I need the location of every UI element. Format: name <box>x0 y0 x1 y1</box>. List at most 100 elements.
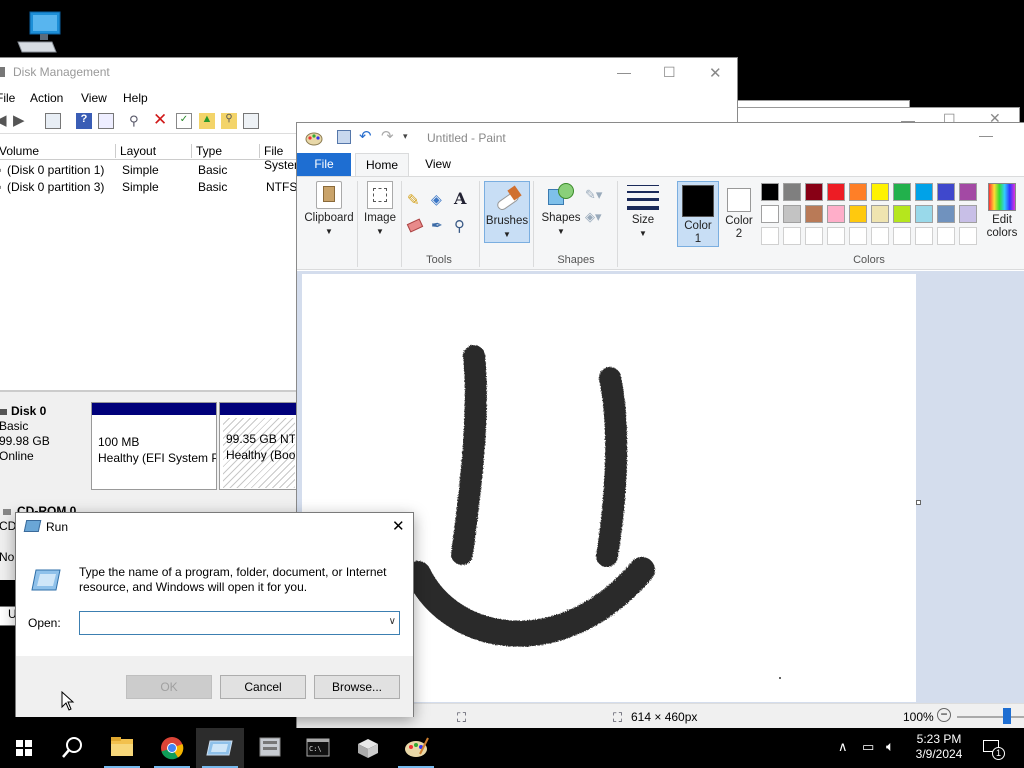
chevron-up-icon[interactable]: ∧ <box>838 739 848 768</box>
zoom-slider-thumb[interactable] <box>1003 708 1011 724</box>
chevron-down-icon[interactable]: ∨ <box>389 616 396 627</box>
color-swatch[interactable] <box>959 183 977 201</box>
column-type[interactable]: Type <box>192 144 260 158</box>
forward-icon[interactable]: ▶ <box>13 111 29 129</box>
text-icon[interactable]: A <box>454 189 466 208</box>
search-icon[interactable] <box>48 728 96 768</box>
menu-help[interactable]: Help <box>123 91 148 105</box>
magnifier-icon[interactable]: ⚲ <box>454 217 465 235</box>
disk-0-info[interactable]: Disk 0 Basic 99.98 GB Online <box>0 404 50 464</box>
color-swatch[interactable] <box>827 183 845 201</box>
close-icon[interactable]: ✕ <box>392 517 405 535</box>
color-swatch[interactable] <box>761 183 779 201</box>
customize-qat-icon[interactable]: ▾ <box>403 131 408 142</box>
image-button[interactable]: Image ▼ <box>361 181 399 238</box>
custom-color-slot[interactable] <box>893 227 911 245</box>
connect-icon[interactable]: ⚲ <box>129 113 145 129</box>
color2-button[interactable]: Color 2 <box>721 184 757 241</box>
custom-color-slot[interactable] <box>849 227 867 245</box>
fill-icon[interactable]: ◈ <box>431 191 442 208</box>
custom-color-slot[interactable] <box>761 227 779 245</box>
start-icon[interactable] <box>0 728 48 768</box>
color-swatch[interactable] <box>871 205 889 223</box>
partition-boot[interactable]: 99.35 GB NTF Healthy (Boo <box>219 402 299 490</box>
list-view-icon[interactable] <box>243 113 259 129</box>
table-row[interactable]: ▫ (Disk 0 partition 1) Simple Basic <box>0 161 299 178</box>
color1-button[interactable]: Color 1 <box>677 181 719 247</box>
open-input[interactable] <box>84 613 374 633</box>
column-volume[interactable]: Volume <box>0 144 116 158</box>
custom-color-slot[interactable] <box>915 227 933 245</box>
custom-color-slot[interactable] <box>783 227 801 245</box>
folder-up-icon[interactable]: ▲ <box>199 113 215 129</box>
console-tree-icon[interactable] <box>45 113 61 129</box>
notification-icon[interactable]: 1 <box>982 737 1005 760</box>
open-combobox[interactable]: ∨ <box>79 611 400 635</box>
color-swatch[interactable] <box>783 183 801 201</box>
resize-handle[interactable] <box>916 500 921 505</box>
folder-search-icon[interactable]: ⚲ <box>221 113 237 129</box>
color-swatch[interactable] <box>827 205 845 223</box>
menu-action[interactable]: Action <box>30 91 63 105</box>
menu-view[interactable]: View <box>81 91 107 105</box>
color-swatch[interactable] <box>937 205 955 223</box>
cancel-button[interactable]: Cancel <box>220 675 306 699</box>
paint-icon[interactable] <box>392 728 440 768</box>
fill-shape-icon[interactable]: ◈▾ <box>585 209 602 225</box>
volume-muted-icon[interactable]: 🔈︎ <box>886 738 894 768</box>
custom-color-slot[interactable] <box>827 227 845 245</box>
chrome-icon[interactable] <box>148 728 196 768</box>
browse-button[interactable]: Browse... <box>314 675 400 699</box>
custom-color-slot[interactable] <box>871 227 889 245</box>
column-layout[interactable]: Layout <box>116 144 192 158</box>
outline-icon[interactable]: ✎▾ <box>585 187 602 203</box>
color-swatch[interactable] <box>805 205 823 223</box>
help-icon[interactable]: ? <box>76 113 92 129</box>
clock[interactable]: 5:23 PM 3/9/2024 <box>908 732 970 768</box>
color-swatch[interactable] <box>805 183 823 201</box>
color-swatch[interactable] <box>783 205 801 223</box>
computer-icon[interactable] <box>16 8 64 56</box>
partition-efi[interactable]: 100 MB Healthy (EFI System P <box>91 402 217 490</box>
package-icon[interactable] <box>344 728 392 768</box>
tab-file[interactable]: File <box>297 153 351 176</box>
menu-file[interactable]: File <box>0 91 15 105</box>
table-row[interactable]: ▫ (Disk 0 partition 3) Simple Basic NTFS <box>0 178 299 195</box>
pencil-icon[interactable]: ✎ <box>407 191 420 209</box>
size-button[interactable]: Size ▼ <box>623 183 663 240</box>
brushes-button[interactable]: Brushes ▼ <box>484 181 530 243</box>
undo-icon[interactable]: ↶ <box>359 127 372 145</box>
eraser-icon[interactable] <box>406 218 424 233</box>
color-picker-icon[interactable]: ✒ <box>431 217 443 234</box>
redo-icon[interactable]: ↷ <box>381 127 394 145</box>
color-swatch[interactable] <box>761 205 779 223</box>
file-explorer-icon[interactable] <box>98 728 146 768</box>
color-swatch[interactable] <box>937 183 955 201</box>
close-icon[interactable]: ✕ <box>709 64 722 82</box>
tab-home[interactable]: Home <box>355 153 409 176</box>
check-icon[interactable]: ✓ <box>176 113 192 129</box>
custom-color-slot[interactable] <box>959 227 977 245</box>
color-swatch[interactable] <box>871 183 889 201</box>
properties-icon[interactable] <box>98 113 114 129</box>
save-icon[interactable] <box>337 130 351 144</box>
zoom-slider-track[interactable] <box>957 716 1024 718</box>
network-icon[interactable]: ▭ <box>862 739 874 768</box>
color-swatch[interactable] <box>893 205 911 223</box>
server-manager-icon[interactable] <box>246 728 294 768</box>
color-swatch[interactable] <box>849 183 867 201</box>
color-swatch[interactable] <box>893 183 911 201</box>
custom-color-slot[interactable] <box>805 227 823 245</box>
custom-color-slot[interactable] <box>937 227 955 245</box>
color-swatch[interactable] <box>959 205 977 223</box>
edit-colors-button[interactable]: Edit colors <box>981 183 1023 240</box>
tab-view[interactable]: View <box>415 153 461 176</box>
zoom-out-icon[interactable]: − <box>937 708 951 722</box>
delete-icon[interactable]: ✕ <box>153 110 169 129</box>
minimize-icon[interactable]: — <box>617 64 631 80</box>
maximize-icon[interactable]: ☐ <box>663 64 676 81</box>
ok-button[interactable]: OK <box>126 675 212 699</box>
minimize-icon[interactable]: — <box>979 127 993 143</box>
shapes-button[interactable]: Shapes ▼ <box>537 181 585 238</box>
color-swatch[interactable] <box>915 205 933 223</box>
